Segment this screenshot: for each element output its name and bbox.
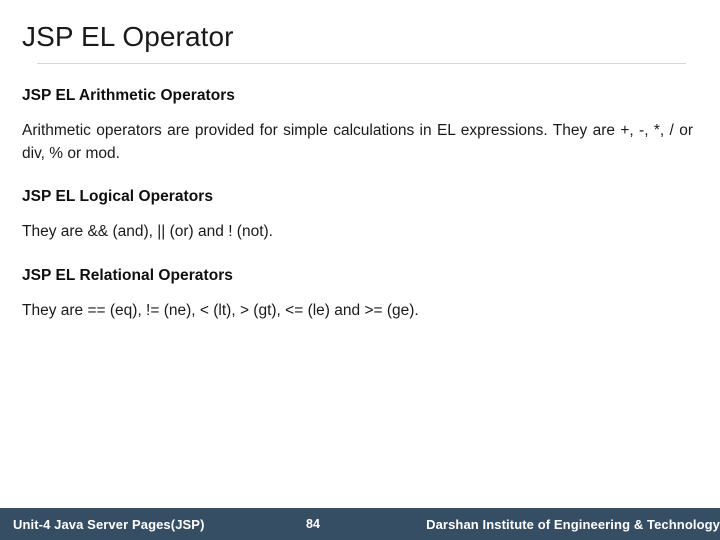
section-heading: JSP EL Relational Operators — [22, 266, 233, 284]
section-body: Arithmetic operators are provided for si… — [22, 122, 693, 162]
section-body: They are == (eq), != (ne), < (lt), > (gt… — [22, 301, 419, 319]
footer-bar: Unit-4 Java Server Pages(JSP) 84 Darshan… — [0, 508, 720, 540]
section-heading: JSP EL Arithmetic Operators — [22, 87, 235, 105]
footer-unit-label: Unit-4 Java Server Pages(JSP) — [13, 516, 205, 532]
footer-institute-label: Darshan Institute of Engineering & Techn… — [426, 516, 720, 532]
section-arithmetic-operators: JSP EL Arithmetic Operators Arithmetic o… — [22, 86, 693, 165]
slide: JSP EL Operator JSP EL Arithmetic Operat… — [0, 0, 720, 540]
section-heading: JSP EL Logical Operators — [22, 188, 213, 206]
slide-content: JSP EL Arithmetic Operators Arithmetic o… — [0, 64, 720, 540]
section-body: They are && (and), || (or) and ! (not). — [22, 223, 273, 241]
title-area: JSP EL Operator — [0, 0, 720, 65]
page-title: JSP EL Operator — [22, 21, 234, 52]
section-relational-operators: JSP EL Relational Operators They are == … — [22, 266, 693, 323]
section-logical-operators: JSP EL Logical Operators They are && (an… — [22, 187, 693, 244]
footer-page-number: 84 — [306, 517, 321, 531]
